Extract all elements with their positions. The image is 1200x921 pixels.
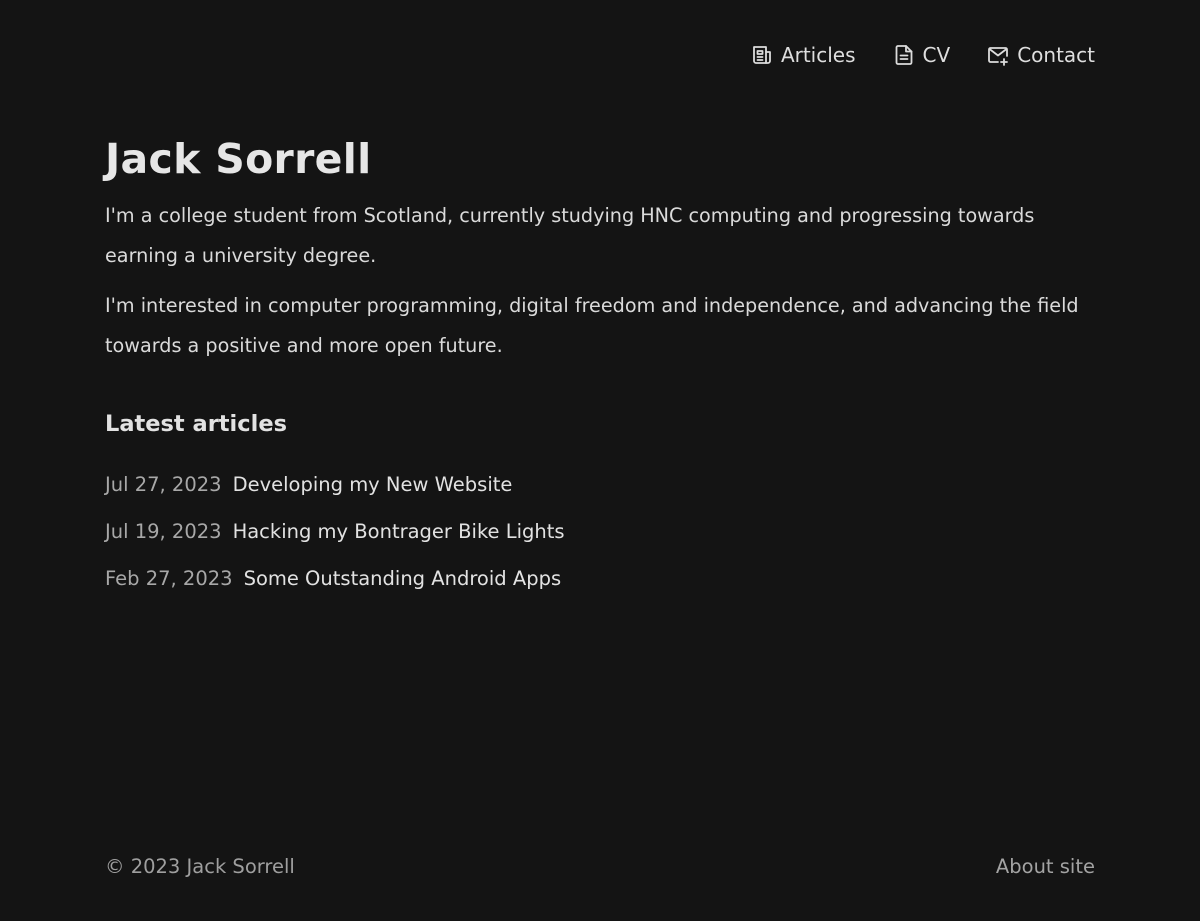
top-navigation: Articles CV Contact xyxy=(750,38,1095,72)
bio-paragraph: I'm a college student from Scotland, cur… xyxy=(105,204,1035,267)
nav-link-articles[interactable]: Articles xyxy=(750,38,856,72)
article-link[interactable]: Some Outstanding Android Apps xyxy=(244,564,562,594)
article-list: Jul 27, 2023 Developing my New Website J… xyxy=(105,470,1095,611)
nav-label-articles: Articles xyxy=(780,43,856,67)
mail-plus-icon xyxy=(986,43,1010,67)
page-title: Jack Sorrell xyxy=(105,135,372,183)
list-item: Feb 27, 2023 Some Outstanding Android Ap… xyxy=(105,564,1095,611)
article-link[interactable]: Hacking my Bontrager Bike Lights xyxy=(233,517,565,547)
nav-link-cv[interactable]: CV xyxy=(892,38,951,72)
about-site-link[interactable]: About site xyxy=(996,852,1095,882)
article-date: Jul 27, 2023 xyxy=(105,473,222,496)
article-date: Feb 27, 2023 xyxy=(105,567,233,590)
list-item: Jul 27, 2023 Developing my New Website xyxy=(105,470,1095,517)
document-icon xyxy=(892,43,916,67)
nav-label-cv: CV xyxy=(922,43,951,67)
main-content: Jack Sorrell I'm a college student from … xyxy=(105,132,1095,611)
list-item: Jul 19, 2023 Hacking my Bontrager Bike L… xyxy=(105,517,1095,564)
article-link[interactable]: Developing my New Website xyxy=(233,470,513,500)
article-date: Jul 19, 2023 xyxy=(105,520,222,543)
newspaper-icon xyxy=(750,43,774,67)
footer: © 2023 Jack Sorrell About site xyxy=(105,852,1095,882)
copyright-text: © 2023 Jack Sorrell xyxy=(105,855,295,878)
nav-link-contact[interactable]: Contact xyxy=(986,38,1095,72)
bio-paragraph: I'm interested in computer programming, … xyxy=(105,294,1079,357)
latest-articles-heading: Latest articles xyxy=(105,411,287,437)
nav-label-contact: Contact xyxy=(1017,43,1095,67)
